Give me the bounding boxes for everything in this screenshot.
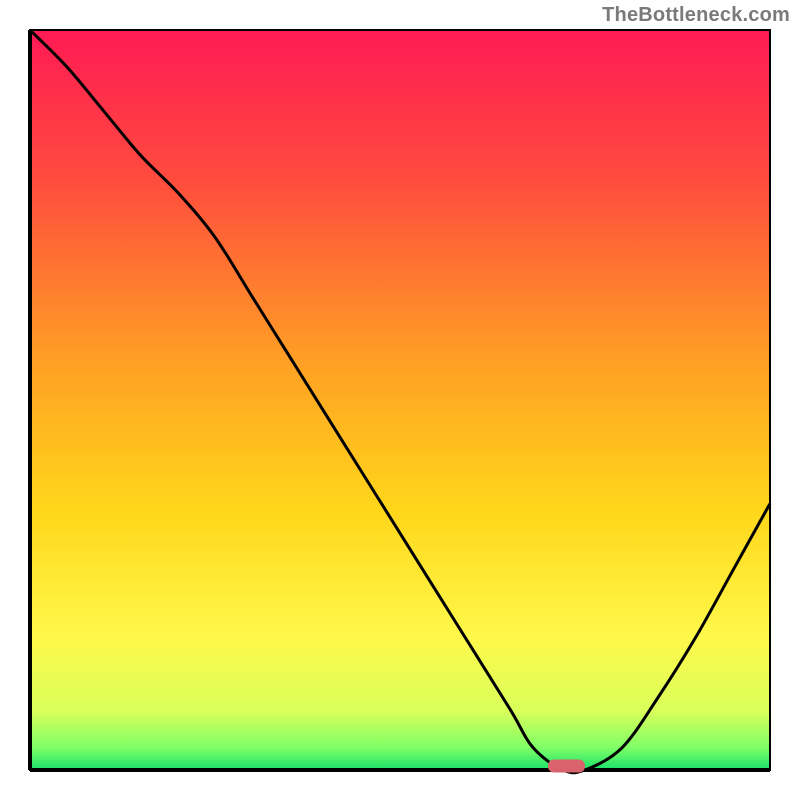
bottleneck-chart	[0, 0, 800, 800]
plot-background	[30, 30, 770, 770]
chart-container: TheBottleneck.com	[0, 0, 800, 800]
watermark-label: TheBottleneck.com	[602, 4, 790, 27]
optimal-marker	[548, 760, 585, 773]
